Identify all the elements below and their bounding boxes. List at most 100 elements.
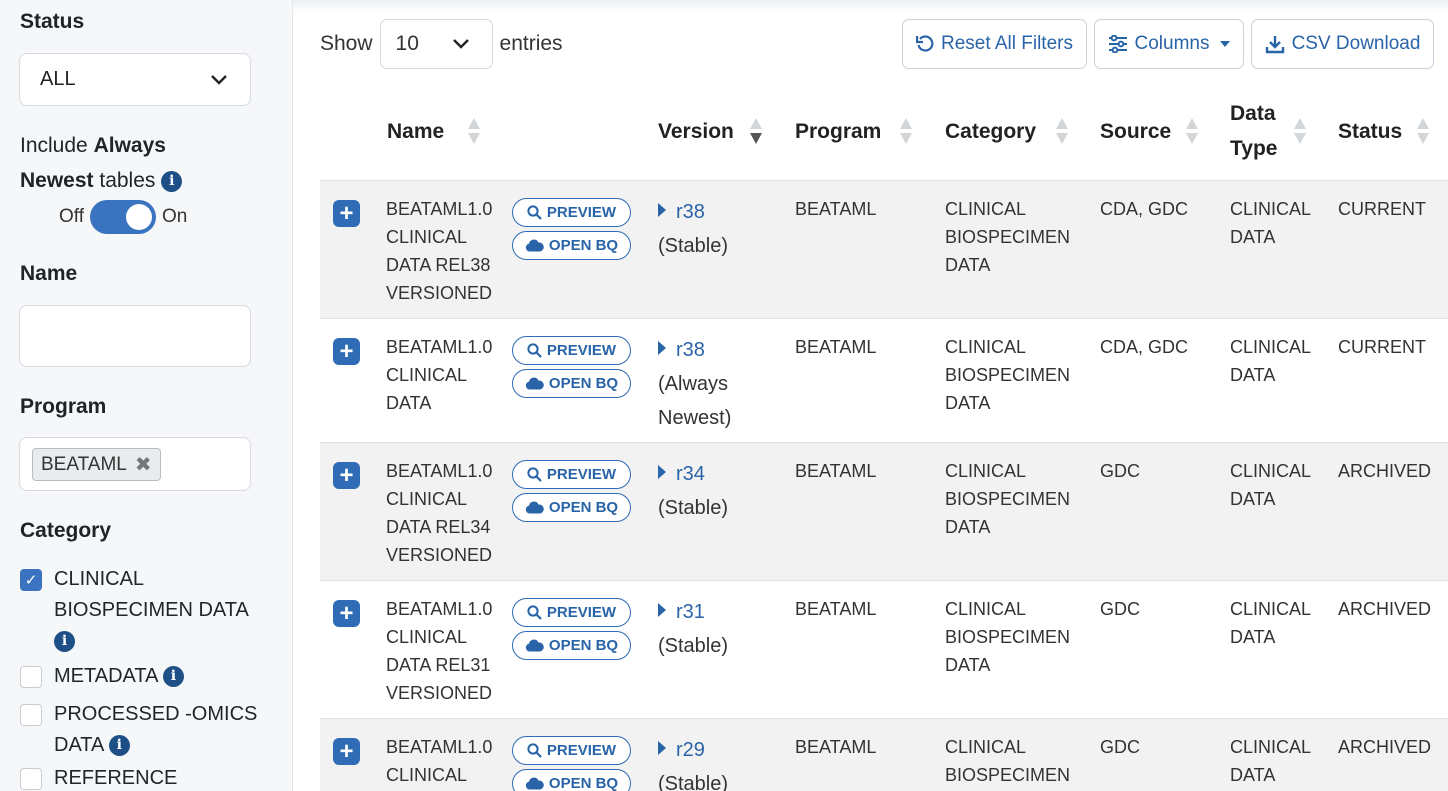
info-icon[interactable]: i (161, 170, 183, 192)
program-cell: BEATAML (795, 737, 877, 757)
preview-button[interactable]: PREVIEW (512, 336, 631, 365)
status-cell: ARCHIVED (1338, 461, 1432, 481)
checkbox-reference[interactable] (20, 768, 42, 790)
data-type-cell: CLINICAL DATA (1230, 599, 1312, 647)
category-option-metadata[interactable]: METADATA i (20, 665, 184, 692)
source-cell: CDA, GDC (1100, 337, 1189, 357)
info-icon[interactable]: i (54, 631, 75, 653)
table-row: + BEATAML1.0 CLINICAL PREVIEW OPEN BQ r29(… (320, 718, 1448, 791)
cloud-icon (525, 377, 544, 390)
category-cell: CLINICAL BIOSPECIMEN DATA (945, 199, 1071, 275)
data-type-cell: CLINICAL DATA (1230, 737, 1312, 785)
expand-row-button[interactable]: + (333, 338, 360, 365)
table-name-cell: BEATAML1.0 CLINICAL DATA REL31 VERSIONED (386, 599, 493, 703)
open-bq-button[interactable]: OPEN BQ (512, 631, 631, 660)
version-link[interactable]: r38 (658, 195, 728, 229)
category-option-reference[interactable]: REFERENCE (20, 767, 177, 791)
program-cell: BEATAML (795, 337, 877, 357)
column-header-version[interactable]: Version (658, 114, 734, 149)
table-name-cell: BEATAML1.0 CLINICAL DATA REL38 VERSIONED (386, 199, 493, 303)
table-row: + BEATAML1.0 CLINICAL DATA REL38 VERSIONED P… (320, 180, 1448, 318)
category-option-processed-omics[interactable]: PROCESSED -OMICS DATA i (20, 703, 257, 761)
column-header-source[interactable]: Source (1100, 114, 1171, 149)
open-bq-button[interactable]: OPEN BQ (512, 769, 631, 791)
expand-row-button[interactable]: + (333, 600, 360, 627)
cloud-icon (525, 501, 544, 514)
program-cell: BEATAML (795, 461, 877, 481)
column-header-name[interactable]: Name (387, 114, 444, 149)
caret-down-icon (1220, 41, 1231, 47)
checkbox-processed-omics[interactable] (20, 704, 42, 726)
category-cell: CLINICAL BIOSPECIMEN DATA (945, 461, 1071, 537)
cloud-icon (525, 639, 544, 652)
close-icon[interactable]: ✖ (135, 452, 152, 477)
source-cell: GDC (1100, 737, 1140, 757)
open-bq-button[interactable]: OPEN BQ (512, 493, 631, 522)
sort-desc-icon[interactable] (750, 118, 762, 144)
version-link[interactable]: r34 (658, 457, 728, 491)
page-length-control: Show 10 entries (320, 19, 563, 69)
preview-button[interactable]: PREVIEW (512, 736, 631, 765)
program-filter-heading: Program (20, 395, 107, 418)
column-header-status[interactable]: Status (1338, 114, 1402, 149)
open-bq-button[interactable]: OPEN BQ (512, 231, 631, 260)
preview-button[interactable]: PREVIEW (512, 198, 631, 227)
version-link[interactable]: r31 (658, 595, 728, 629)
name-filter-heading: Name (20, 262, 78, 285)
column-header-program[interactable]: Program (795, 114, 881, 149)
sort-icon[interactable] (468, 118, 480, 144)
show-label: Show (320, 32, 373, 55)
status-cell: ARCHIVED (1338, 599, 1432, 619)
name-filter-input[interactable] (19, 305, 251, 367)
entries-select-value: 10 (395, 32, 419, 55)
sort-icon[interactable] (1417, 118, 1429, 144)
info-icon[interactable]: i (162, 666, 184, 688)
expand-row-button[interactable]: + (333, 738, 360, 765)
reset-filters-button[interactable]: Reset All Filters (902, 19, 1087, 69)
search-icon (527, 743, 542, 758)
table-name-cell: BEATAML1.0 CLINICAL DATA (386, 337, 493, 413)
chevron-down-icon (452, 39, 469, 49)
info-icon[interactable]: i (108, 735, 130, 757)
status-select[interactable]: ALL (19, 53, 251, 106)
checkbox-metadata[interactable] (20, 666, 42, 688)
category-cell: CLINICAL BIOSPECIMEN (945, 737, 1071, 785)
status-select-value: ALL (40, 68, 76, 90)
caret-right-icon (658, 203, 666, 217)
version-cell: r34 (Stable) (658, 457, 728, 525)
columns-button[interactable]: Columns (1094, 19, 1244, 69)
entries-label: entries (499, 32, 563, 55)
expand-row-button[interactable]: + (333, 462, 360, 489)
program-multiselect[interactable]: BEATAML ✖ (19, 437, 251, 491)
caret-right-icon (658, 341, 666, 355)
sort-icon[interactable] (900, 118, 912, 144)
status-filter-heading: Status (20, 10, 85, 33)
category-filter-heading: Category (20, 519, 112, 542)
open-bq-button[interactable]: OPEN BQ (512, 369, 631, 398)
version-cell: r38 (Always Newest) (658, 333, 731, 435)
sort-icon[interactable] (1056, 118, 1068, 144)
sliders-icon (1108, 35, 1127, 53)
download-icon (1265, 35, 1284, 53)
cloud-icon (525, 777, 544, 790)
version-link[interactable]: r29 (658, 733, 728, 767)
always-newest-toggle[interactable] (90, 200, 156, 234)
reset-icon (916, 35, 934, 52)
sort-icon[interactable] (1294, 118, 1306, 144)
expand-row-button[interactable]: + (333, 200, 360, 227)
data-type-cell: CLINICAL DATA (1230, 461, 1312, 509)
program-chip-label: BEATAML (41, 453, 127, 475)
chevron-down-icon (211, 74, 227, 85)
entries-select[interactable]: 10 (379, 19, 493, 69)
category-option-clinical[interactable]: ✓ CLINICAL BIOSPECIMEN DATA i (20, 568, 249, 657)
column-header-data-type[interactable]: Data Type (1230, 96, 1277, 166)
version-cell: r38 (Stable) (658, 195, 728, 263)
csv-download-button[interactable]: CSV Download (1251, 19, 1434, 69)
preview-button[interactable]: PREVIEW (512, 598, 631, 627)
version-link[interactable]: r38 (658, 333, 731, 367)
checkbox-clinical[interactable]: ✓ (20, 569, 42, 591)
sort-icon[interactable] (1186, 118, 1198, 144)
preview-button[interactable]: PREVIEW (512, 460, 631, 489)
column-header-category[interactable]: Category (945, 114, 1036, 149)
source-cell: CDA, GDC (1100, 199, 1189, 219)
